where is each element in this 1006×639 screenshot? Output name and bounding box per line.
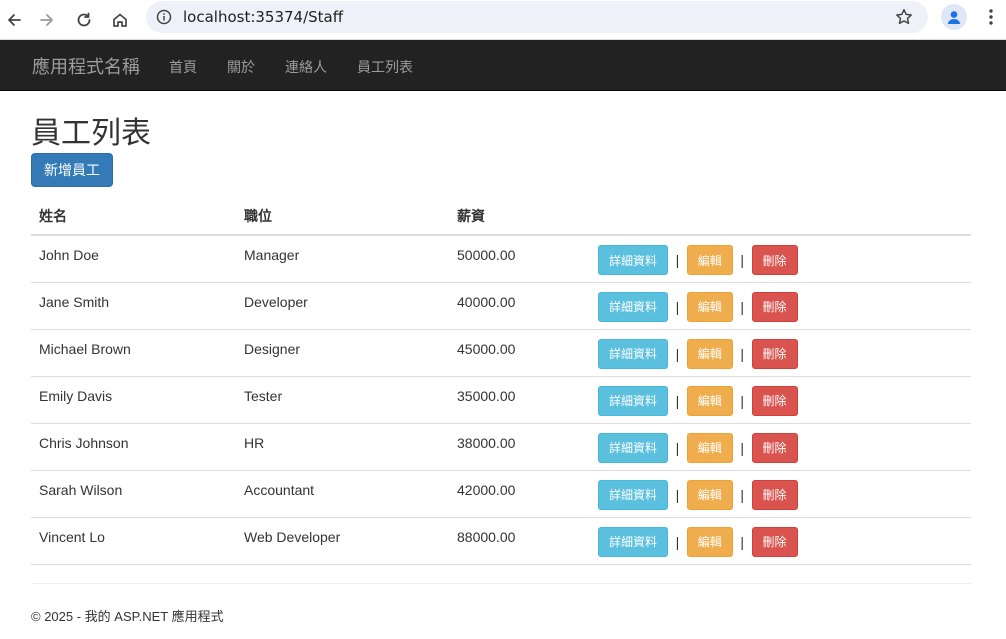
action-separator: | [675,533,680,550]
menu-dots-icon[interactable] [984,6,998,28]
cell-actions: 詳細資料 | 編輯 | 刪除 [590,517,971,565]
cell-actions: 詳細資料 | 編輯 | 刪除 [590,329,971,377]
details-button[interactable]: 詳細資料 [598,291,668,322]
forward-arrow-icon[interactable] [33,6,61,34]
edit-button[interactable]: 編輯 [686,479,733,510]
cell-name: John Doe [31,235,236,283]
cell-salary: 40000.00 [449,282,590,330]
cell-salary: 88000.00 [449,517,590,565]
action-separator: | [675,392,680,409]
action-separator: | [740,298,744,315]
action-separator: | [740,486,744,503]
cell-name: Chris Johnson [31,423,236,471]
cell-salary: 42000.00 [449,470,590,518]
action-separator: | [740,439,744,456]
details-button[interactable]: 詳細資料 [598,338,668,369]
reload-icon[interactable] [70,6,98,34]
delete-button[interactable]: 刪除 [751,479,798,510]
staff-table: 姓名 職位 薪資 John Doe Manager 50000.00 詳細資料 … [31,197,971,565]
back-arrow-icon[interactable] [0,6,28,34]
edit-button[interactable]: 編輯 [686,432,733,463]
cell-name: Emily Davis [31,376,236,424]
cell-position: Accountant [236,470,449,518]
action-separator: | [675,439,680,456]
cell-name: Vincent Lo [31,517,236,565]
info-icon[interactable] [156,9,172,25]
details-button[interactable]: 詳細資料 [598,526,668,557]
nav-link-contact[interactable]: 連絡人 [285,57,327,77]
header-salary: 薪資 [449,197,590,236]
action-separator: | [675,252,680,268]
table-row: Vincent Lo Web Developer 88000.00 詳細資料 |… [31,517,971,565]
table-row: Michael Brown Designer 45000.00 詳細資料 | 編… [31,329,971,377]
table-row: Jane Smith Developer 40000.00 詳細資料 | 編輯 … [31,282,971,330]
cell-salary: 35000.00 [449,376,590,424]
action-separator: | [740,345,744,362]
details-button[interactable]: 詳細資料 [598,245,668,275]
cell-salary: 38000.00 [449,423,590,471]
url-text[interactable]: localhost:35374/Staff [183,8,343,26]
cell-position: Developer [236,282,449,330]
cell-name: Michael Brown [31,329,236,377]
nav-link-staff-list[interactable]: 員工列表 [357,57,413,77]
cell-actions: 詳細資料 | 編輯 | 刪除 [590,376,971,424]
nav-link-home[interactable]: 首頁 [169,57,197,77]
edit-button[interactable]: 編輯 [686,245,733,275]
cell-position: Tester [236,376,449,424]
page-title: 員工列表 [31,117,151,150]
footer-divider [31,583,971,584]
cell-position: Manager [236,235,449,283]
cell-position: Designer [236,329,449,377]
cell-actions: 詳細資料 | 編輯 | 刪除 [590,282,971,330]
star-icon[interactable] [894,7,914,27]
table-header-row: 姓名 職位 薪資 [31,197,971,236]
delete-button[interactable]: 刪除 [751,338,798,369]
cell-position: HR [236,423,449,471]
edit-button[interactable]: 編輯 [686,526,733,557]
nav-link-about[interactable]: 關於 [227,57,255,77]
details-button[interactable]: 詳細資料 [598,385,668,416]
delete-button[interactable]: 刪除 [751,291,798,322]
delete-button[interactable]: 刪除 [751,432,798,463]
browser-toolbar: localhost:35374/Staff [0,0,1006,40]
table-row: Chris Johnson HR 38000.00 詳細資料 | 編輯 | 刪除 [31,423,971,471]
cell-salary: 50000.00 [449,235,590,283]
table-row: John Doe Manager 50000.00 詳細資料 | 編輯 | 刪除 [31,235,971,283]
cell-actions: 詳細資料 | 編輯 | 刪除 [590,235,971,283]
home-icon[interactable] [106,6,134,34]
header-actions [590,197,971,236]
action-separator: | [675,345,680,362]
cell-actions: 詳細資料 | 編輯 | 刪除 [590,470,971,518]
action-separator: | [740,392,744,409]
cell-position: Web Developer [236,517,449,565]
action-separator: | [740,533,744,550]
app-navbar: 應用程式名稱 首頁 關於 連絡人 員工列表 [0,40,1006,91]
edit-button[interactable]: 編輯 [686,291,733,322]
cell-name: Jane Smith [31,282,236,330]
cell-actions: 詳細資料 | 編輯 | 刪除 [590,423,971,471]
table-row: Sarah Wilson Accountant 42000.00 詳細資料 | … [31,470,971,518]
add-staff-button[interactable]: 新增員工 [31,153,113,187]
delete-button[interactable]: 刪除 [751,385,798,416]
action-separator: | [740,252,744,268]
delete-button[interactable]: 刪除 [751,526,798,557]
address-bar[interactable]: localhost:35374/Staff [146,1,928,33]
edit-button[interactable]: 編輯 [686,338,733,369]
cell-salary: 45000.00 [449,329,590,377]
action-separator: | [675,486,680,503]
header-position: 職位 [236,197,449,236]
action-separator: | [675,298,680,315]
profile-icon[interactable] [941,4,967,30]
details-button[interactable]: 詳細資料 [598,432,668,463]
edit-button[interactable]: 編輯 [686,385,733,416]
header-name: 姓名 [31,197,236,236]
navbar-brand[interactable]: 應用程式名稱 [32,53,140,79]
cell-name: Sarah Wilson [31,470,236,518]
footer-text: © 2025 - 我的 ASP.NET 應用程式 [31,609,224,624]
details-button[interactable]: 詳細資料 [598,479,668,510]
table-row: Emily Davis Tester 35000.00 詳細資料 | 編輯 | … [31,376,971,424]
delete-button[interactable]: 刪除 [751,245,798,275]
